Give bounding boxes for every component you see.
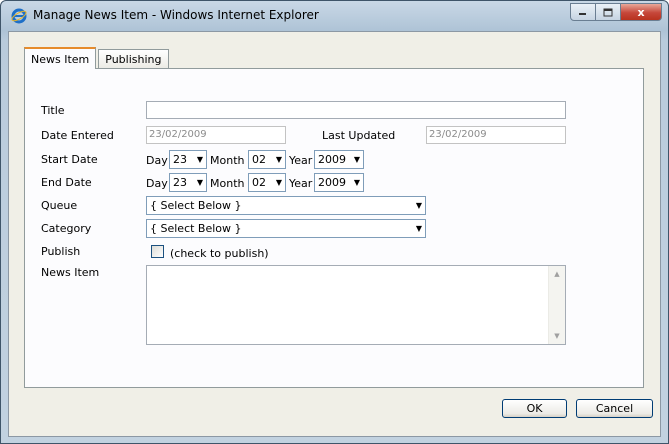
title-bar[interactable]: Manage News Item - Windows Internet Expl… — [1, 1, 668, 31]
chevron-down-icon: ▼ — [353, 155, 360, 164]
scroll-up-icon[interactable]: ▲ — [549, 266, 565, 282]
dialog-window: Manage News Item - Windows Internet Expl… — [0, 0, 669, 444]
end-year-select[interactable]: 2009 ▼ — [314, 173, 364, 192]
chevron-down-icon: ▼ — [196, 178, 203, 187]
cancel-button[interactable]: Cancel — [576, 399, 653, 418]
end-day-select[interactable]: 23 ▼ — [169, 173, 207, 192]
minimize-icon — [579, 13, 586, 15]
category-select[interactable]: { Select Below } ▼ — [146, 219, 426, 238]
category-value: { Select Below } — [150, 222, 242, 235]
queue-select[interactable]: { Select Below } ▼ — [146, 196, 426, 215]
news-item-textarea[interactable]: ▲ ▼ — [146, 265, 566, 345]
publish-checkbox[interactable] — [151, 245, 164, 258]
chevron-down-icon: ▼ — [415, 201, 422, 210]
window-title: Manage News Item - Windows Internet Expl… — [33, 8, 319, 22]
start-day-select[interactable]: 23 ▼ — [169, 150, 207, 169]
chevron-down-icon: ▼ — [415, 224, 422, 233]
end-month-select[interactable]: 02 ▼ — [248, 173, 286, 192]
chevron-down-icon: ▼ — [275, 178, 282, 187]
tab-panel: Title Date Entered 23/02/2009 Last Updat… — [24, 68, 644, 388]
maximize-icon — [603, 8, 613, 16]
end-day-label: Day — [146, 177, 168, 190]
close-icon: x — [637, 5, 645, 19]
chevron-down-icon: ▼ — [353, 178, 360, 187]
queue-label: Queue — [41, 199, 78, 212]
end-day-value: 23 — [173, 176, 187, 189]
start-year-select[interactable]: 2009 ▼ — [314, 150, 364, 169]
publish-hint: (check to publish) — [170, 247, 269, 260]
start-month-label: Month — [210, 154, 245, 167]
start-month-value: 02 — [252, 153, 266, 166]
title-label: Title — [41, 104, 65, 117]
start-year-label: Year — [289, 154, 313, 167]
end-year-label: Year — [289, 177, 313, 190]
date-entered-field: 23/02/2009 — [146, 126, 286, 144]
title-input[interactable] — [146, 101, 566, 119]
end-month-label: Month — [210, 177, 245, 190]
last-updated-field: 23/02/2009 — [426, 126, 566, 144]
start-day-value: 23 — [173, 153, 187, 166]
chevron-down-icon: ▼ — [275, 155, 282, 164]
tab-publishing[interactable]: Publishing — [98, 49, 169, 68]
minimize-button[interactable] — [570, 3, 596, 21]
client-area: News Item Publishing Title Date Entered … — [8, 31, 661, 437]
queue-value: { Select Below } — [150, 199, 242, 212]
publish-label: Publish — [41, 245, 81, 258]
scroll-down-icon[interactable]: ▼ — [549, 328, 565, 344]
ok-button[interactable]: OK — [502, 399, 567, 418]
maximize-button[interactable] — [595, 3, 621, 21]
start-day-label: Day — [146, 154, 168, 167]
tab-news-item[interactable]: News Item — [24, 47, 97, 69]
category-label: Category — [41, 222, 92, 235]
chevron-down-icon: ▼ — [196, 155, 203, 164]
news-item-label: News Item — [41, 266, 100, 279]
ie-icon — [11, 8, 27, 24]
tab-strip: News Item Publishing — [24, 46, 171, 69]
close-button[interactable]: x — [620, 3, 662, 21]
end-month-value: 02 — [252, 176, 266, 189]
caption-buttons: x — [570, 3, 662, 21]
start-date-label: Start Date — [41, 153, 98, 166]
date-entered-label: Date Entered — [41, 129, 114, 142]
end-date-label: End Date — [41, 176, 92, 189]
start-month-select[interactable]: 02 ▼ — [248, 150, 286, 169]
end-year-value: 2009 — [318, 176, 346, 189]
news-item-scrollbar[interactable]: ▲ ▼ — [548, 266, 565, 344]
start-year-value: 2009 — [318, 153, 346, 166]
last-updated-label: Last Updated — [322, 129, 396, 142]
